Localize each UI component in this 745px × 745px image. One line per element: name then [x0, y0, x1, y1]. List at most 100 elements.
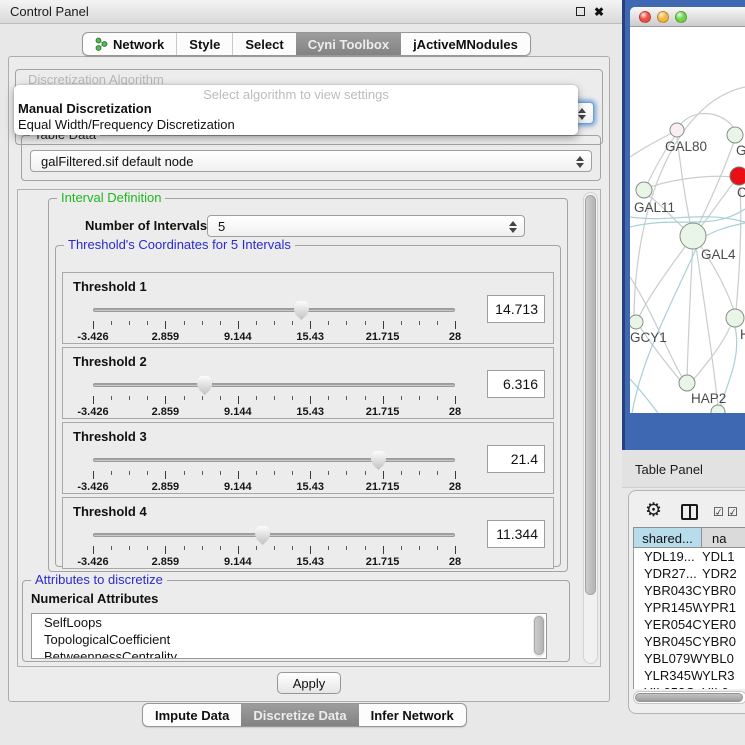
minimize-traffic-light[interactable] — [657, 11, 669, 23]
table-row[interactable]: YER054CYER0 — [634, 616, 745, 633]
combo-stepper-icon — [509, 220, 517, 234]
slider-track[interactable] — [93, 533, 455, 537]
slider-tick-labels: -3.4262.8599.14415.4321.71528 — [93, 406, 455, 418]
float-window-icon[interactable] — [576, 7, 585, 16]
table-row[interactable]: YDL19...YDL1 — [634, 548, 745, 565]
cell[interactable]: YDR2 — [702, 565, 745, 582]
threshold-value-field[interactable]: 14.713 — [487, 295, 545, 323]
cell[interactable]: YER054C — [634, 616, 702, 633]
cell[interactable]: YIL0 — [702, 684, 745, 689]
cell[interactable]: YPR145W — [634, 599, 702, 616]
network-node[interactable] — [711, 405, 725, 413]
slider-thumb[interactable] — [255, 526, 270, 545]
gear-icon[interactable]: ⚙ — [645, 499, 662, 522]
combo-value: galFiltered.sif default node — [41, 154, 193, 169]
cell[interactable]: YBR043C — [634, 582, 702, 599]
threshold-slider[interactable]: -3.4262.8599.14415.4321.71528 — [93, 451, 455, 493]
num-intervals-combobox[interactable]: 5 — [207, 215, 525, 237]
tab-select[interactable]: Select — [232, 33, 295, 55]
tab-style[interactable]: Style — [176, 33, 232, 55]
table-row[interactable]: YBR043CYBR0 — [634, 582, 745, 599]
checkbox-icon[interactable]: ☑ — [713, 505, 724, 519]
table-horizontal-scrollbar[interactable] — [633, 691, 745, 704]
network-window-titlebar[interactable] — [630, 7, 745, 27]
list-item[interactable]: BetweennessCentrality — [32, 648, 546, 659]
numerical-attributes-label: Numerical Attributes — [31, 591, 158, 606]
column-header-name[interactable]: na — [702, 528, 745, 547]
threshold-value-field[interactable]: 6.316 — [487, 370, 545, 398]
network-node[interactable] — [680, 223, 706, 249]
table-row[interactable]: YDR27...YDR2 — [634, 565, 745, 582]
table-row[interactable]: YIL052CYIL0 — [634, 684, 745, 689]
network-node-selected[interactable] — [730, 167, 745, 185]
cell[interactable]: YBL079W — [634, 650, 702, 667]
cell[interactable]: YLR345W — [634, 667, 702, 684]
table-row[interactable]: YLR345WYLR3 — [634, 667, 745, 684]
cell[interactable]: YDR27... — [634, 565, 702, 582]
tab-cyni-toolbox[interactable]: Cyni Toolbox — [296, 33, 401, 55]
list-item[interactable]: TopologicalCoefficient — [32, 631, 546, 648]
threshold-label: Threshold 2 — [73, 354, 147, 369]
cell[interactable]: YIL052C — [634, 684, 702, 689]
tab-infer-network[interactable]: Infer Network — [359, 704, 466, 726]
threshold-label: Threshold 4 — [73, 504, 147, 519]
table-row[interactable]: YBR045CYBR0 — [634, 633, 745, 650]
popup-item-equal-width-frequency[interactable]: Equal Width/Frequency Discretization — [14, 117, 578, 133]
popup-item-manual-discretization[interactable]: Manual Discretization — [14, 101, 578, 117]
cell[interactable]: YDL1 — [702, 548, 745, 565]
list-scrollbar[interactable] — [533, 615, 545, 657]
threshold-slider[interactable]: -3.4262.8599.14415.4321.71528 — [93, 526, 455, 568]
table-row[interactable]: YBL079WYBL0 — [634, 650, 745, 667]
cell[interactable]: YBR045C — [634, 633, 702, 650]
scrollbar-thumb[interactable] — [534, 616, 544, 655]
network-node[interactable] — [727, 127, 743, 143]
slider-track[interactable] — [93, 383, 455, 387]
threshold-slider[interactable]: -3.4262.8599.14415.4321.71528 — [93, 301, 455, 343]
slider-thumb[interactable] — [197, 376, 212, 395]
tab-jactivemnodules[interactable]: jActiveMNodules — [401, 33, 530, 55]
zoom-traffic-light[interactable] — [675, 11, 687, 23]
cell[interactable]: YBL0 — [702, 650, 745, 667]
network-node[interactable] — [630, 315, 643, 329]
network-node[interactable] — [679, 375, 695, 391]
cell[interactable]: YER0 — [702, 616, 745, 633]
cell[interactable]: YLR3 — [702, 667, 745, 684]
cell[interactable]: YDL19... — [634, 548, 702, 565]
node-label: H — [740, 327, 745, 342]
close-traffic-light[interactable] — [639, 11, 651, 23]
top-tabbar: Network Style Select Cyni Toolbox jActiv… — [82, 32, 531, 56]
table-row[interactable]: YPR145WYPR1 — [634, 599, 745, 616]
checkbox-icon[interactable]: ☑ — [727, 505, 738, 519]
cell[interactable]: YPR1 — [702, 599, 745, 616]
settings-scrollbar[interactable] — [583, 192, 598, 664]
threshold-slider[interactable]: -3.4262.8599.14415.4321.71528 — [93, 376, 455, 418]
combo-stepper-icon — [576, 155, 584, 169]
network-canvas[interactable]: GAL80 GA C GAL11 GAL4 GCY1 H HAP2 — [630, 27, 745, 413]
list-item[interactable]: SelfLoops — [32, 614, 546, 631]
network-node[interactable] — [726, 309, 744, 327]
cell[interactable]: YBR0 — [702, 582, 745, 599]
column-header-shared-name[interactable]: shared... — [634, 528, 702, 547]
cell[interactable]: YBR0 — [702, 633, 745, 650]
tab-network[interactable]: Network — [83, 33, 176, 55]
node-label: HAP2 — [691, 391, 726, 406]
threshold-value-field[interactable]: 11.344 — [487, 520, 545, 548]
network-window[interactable]: GAL80 GA C GAL11 GAL4 GCY1 H HAP2 — [622, 0, 745, 450]
apply-button[interactable]: Apply — [277, 672, 341, 694]
close-icon[interactable]: ✖ — [594, 7, 604, 17]
network-node[interactable] — [636, 182, 652, 198]
slider-track[interactable] — [93, 308, 455, 312]
slider-ticks — [93, 471, 455, 480]
threshold-value-field[interactable]: 21.4 — [487, 445, 545, 473]
slider-track[interactable] — [93, 458, 455, 462]
scrollbar-thumb[interactable] — [635, 693, 743, 702]
columns-icon[interactable] — [681, 504, 698, 520]
table-data-combobox[interactable]: galFiltered.sif default node — [30, 150, 592, 172]
tab-discretize-data[interactable]: Discretize Data — [241, 704, 358, 726]
network-node[interactable] — [670, 123, 684, 137]
threshold-panel: Threshold 3 -3.4262.8599.14415.4321.7152… — [62, 422, 554, 494]
slider-thumb[interactable] — [294, 301, 309, 320]
tab-impute-data[interactable]: Impute Data — [143, 704, 241, 726]
scrollbar-thumb[interactable] — [585, 195, 596, 595]
slider-thumb[interactable] — [371, 451, 386, 470]
